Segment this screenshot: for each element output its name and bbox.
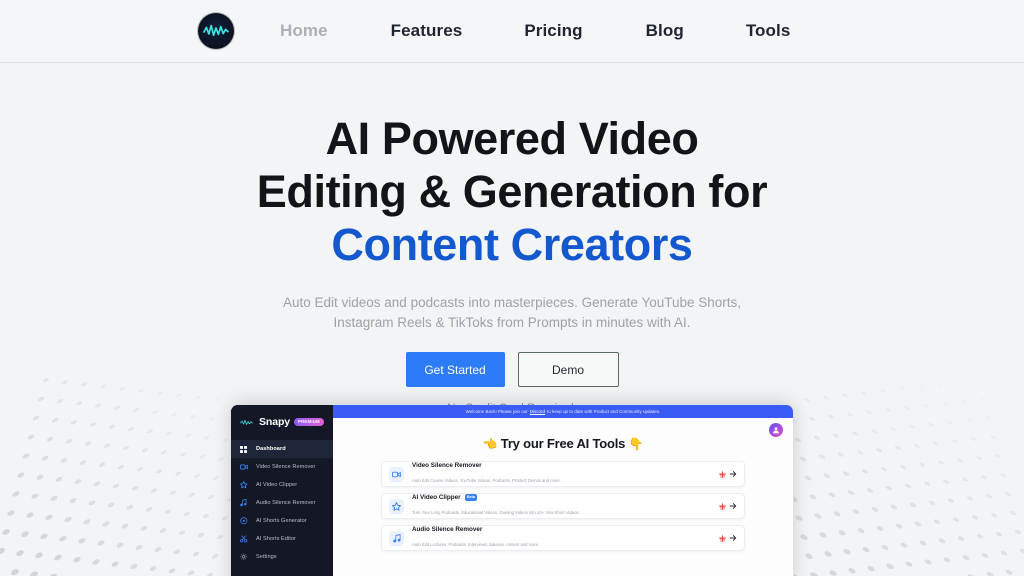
tool-text: AI Video Clipper Beta Turn Your Long Pod…: [412, 493, 719, 519]
tool-description: Turn Your Long Podcasts, Educational Vid…: [412, 509, 580, 515]
dashboard-nav: Dashboard Video Silence Remover AI Video…: [231, 440, 333, 566]
sidebar-item-label: Settings: [256, 554, 277, 560]
tool-card-audio-silence-remover[interactable]: Audio Silence Remover Auto Edit Lectures…: [381, 525, 745, 551]
tool-name-row: Video Silence Remover: [412, 462, 719, 469]
tool-name: Audio Silence Remover: [412, 525, 483, 533]
hand-left-icon: 👈: [482, 437, 498, 451]
sidebar-item-label: Video Silence Remover: [256, 464, 316, 470]
arrow-right-icon[interactable]: [729, 497, 737, 515]
headline-line-2: Editing & Generation for: [256, 166, 768, 217]
target-icon: [240, 517, 251, 525]
landing-page: Home Features Pricing Blog Tools AI Powe…: [0, 0, 1024, 576]
tool-description: Auto Edit Course Videos, YouTube Videos,…: [412, 477, 561, 483]
scissors-icon: [240, 535, 251, 543]
cta-button-row: Get Started Demo: [0, 352, 1024, 387]
tool-name: AI Video Clipper: [412, 493, 461, 501]
beta-badge: Beta: [464, 493, 478, 501]
tool-name: Video Silence Remover: [412, 461, 482, 469]
dashboard-sidebar: Snapy PREMIUM Dashboard Video Silence Re…: [231, 405, 333, 576]
avatar[interactable]: [769, 423, 783, 437]
music-note-icon: [240, 499, 251, 507]
tool-actions: [719, 465, 737, 483]
nav-inner: Home Features Pricing Blog Tools: [198, 13, 790, 49]
sidebar-item-label: AI Shorts Generator: [256, 518, 307, 524]
music-note-icon: [389, 530, 404, 546]
page-title: AI Powered Video Editing & Generation fo…: [0, 112, 1024, 271]
arrow-right-icon[interactable]: [729, 529, 737, 547]
nav-link-features[interactable]: Features: [391, 21, 463, 41]
dashboard-brand-name: Snapy: [259, 416, 291, 428]
hero-subtitle-line-1: Auto Edit videos and podcasts into maste…: [282, 295, 742, 310]
gift-icon: [719, 465, 726, 483]
star-icon: [389, 498, 404, 514]
hero-section: AI Powered Video Editing & Generation fo…: [0, 63, 1024, 415]
premium-badge: PREMIUM: [294, 418, 324, 426]
dashboard-preview: Snapy PREMIUM Dashboard Video Silence Re…: [231, 405, 793, 576]
sidebar-item-label: Audio Silence Remover: [256, 500, 316, 506]
sidebar-item-label: AI Video Clipper: [256, 482, 298, 488]
nav-link-blog[interactable]: Blog: [646, 21, 684, 41]
video-icon: [240, 464, 251, 470]
tool-card-video-silence-remover[interactable]: Video Silence Remover Auto Edit Course V…: [381, 461, 745, 487]
dashboard-brand: Snapy PREMIUM: [231, 412, 333, 428]
tool-text: Video Silence Remover Auto Edit Course V…: [412, 462, 719, 487]
announcement-banner: Welcome Back! Please join our Discord to…: [333, 405, 793, 418]
banner-prefix: Welcome Back! Please join our: [465, 409, 528, 414]
headline-line-3-accent: Content Creators: [331, 219, 693, 270]
discord-link[interactable]: Discord: [530, 409, 545, 414]
sidebar-item-ai-shorts-generator[interactable]: AI Shorts Generator: [231, 512, 333, 530]
gift-icon: [719, 529, 726, 547]
logo-waveform-icon: [203, 24, 229, 37]
star-icon: [240, 481, 251, 489]
nav-link-home[interactable]: Home: [280, 21, 328, 41]
dashboard-heading-text: Try our Free AI Tools: [500, 436, 626, 451]
tool-card-ai-video-clipper[interactable]: AI Video Clipper Beta Turn Your Long Pod…: [381, 493, 745, 519]
tool-name-row: Audio Silence Remover: [412, 526, 719, 533]
sidebar-item-label: AI Shorts Editor: [256, 536, 296, 542]
gift-icon: [719, 497, 726, 515]
hero-subtitle: Auto Edit videos and podcasts into maste…: [0, 293, 1024, 333]
sidebar-item-video-silence-remover[interactable]: Video Silence Remover: [231, 458, 333, 476]
dashboard-main: Welcome Back! Please join our Discord to…: [333, 405, 793, 576]
nav-links: Home Features Pricing Blog Tools: [234, 21, 790, 41]
tool-description: Auto Edit Lectures, Podcasts, Interviews…: [412, 541, 540, 547]
banner-suffix: to keep up to date with Product and Comm…: [547, 409, 661, 414]
waveform-circle-logo-icon[interactable]: [198, 13, 234, 49]
demo-button[interactable]: Demo: [517, 352, 619, 387]
nav-link-pricing[interactable]: Pricing: [524, 21, 582, 41]
grid-icon: [240, 445, 251, 453]
nav-link-tools[interactable]: Tools: [746, 21, 791, 41]
tool-card-list: Video Silence Remover Auto Edit Course V…: [381, 461, 745, 551]
hero-subtitle-line-2: Instagram Reels & TikToks from Prompts i…: [333, 315, 691, 330]
gear-icon: [240, 553, 251, 561]
sidebar-item-ai-video-clipper[interactable]: AI Video Clipper: [231, 476, 333, 494]
tool-actions: [719, 497, 737, 515]
sidebar-item-audio-silence-remover[interactable]: Audio Silence Remover: [231, 494, 333, 512]
tool-text: Audio Silence Remover Auto Edit Lectures…: [412, 526, 719, 551]
tool-actions: [719, 529, 737, 547]
tool-name-row: AI Video Clipper Beta: [412, 493, 719, 501]
sidebar-item-settings[interactable]: Settings: [231, 548, 333, 566]
video-camera-icon: [389, 466, 404, 482]
arrow-right-icon[interactable]: [729, 465, 737, 483]
user-avatar-icon: [773, 427, 779, 434]
dashboard-heading: 👈 Try our Free AI Tools 👇: [333, 436, 793, 451]
sidebar-item-ai-shorts-editor[interactable]: AI Shorts Editor: [231, 530, 333, 548]
top-navigation-bar: Home Features Pricing Blog Tools: [0, 0, 1024, 63]
headline-line-1: AI Powered Video: [325, 113, 699, 164]
sidebar-item-label: Dashboard: [256, 446, 286, 452]
hand-right-icon: 👇: [628, 437, 644, 451]
get-started-button[interactable]: Get Started: [405, 352, 505, 387]
sidebar-item-dashboard[interactable]: Dashboard: [231, 440, 333, 458]
dashboard-body: 👈 Try our Free AI Tools 👇 Video Silence …: [333, 418, 793, 576]
waveform-icon: [240, 419, 253, 425]
